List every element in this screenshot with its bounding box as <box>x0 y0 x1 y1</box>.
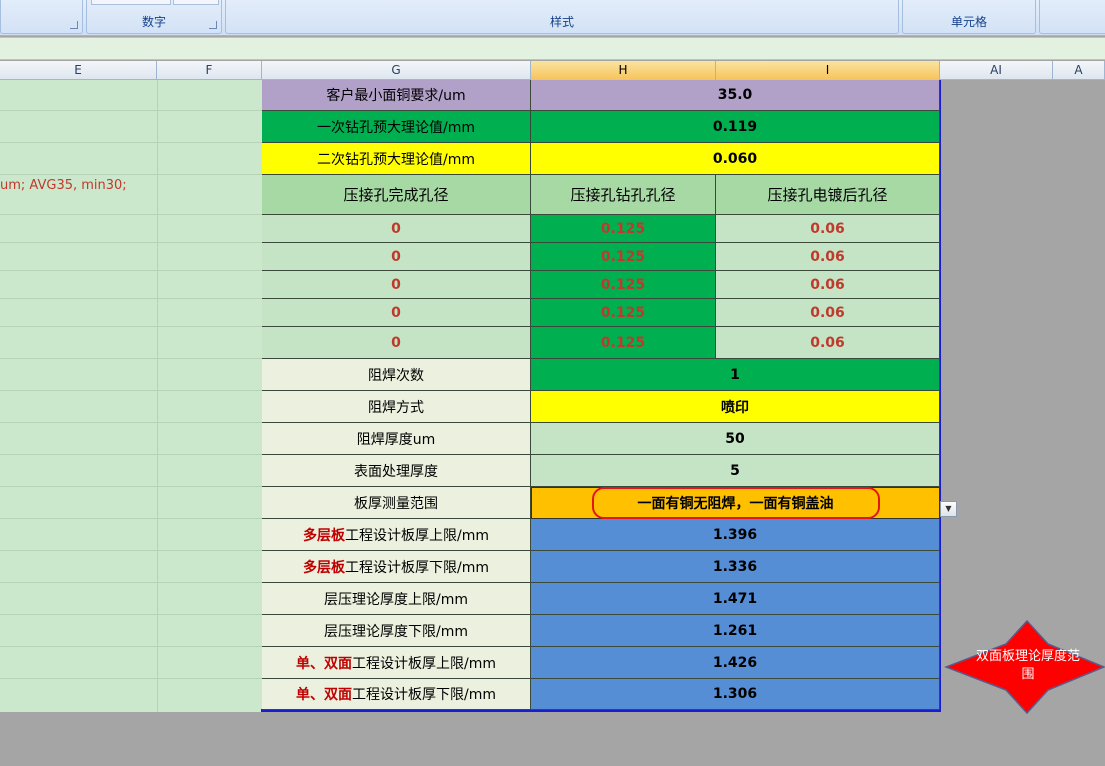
label-prefix: 多层板 <box>303 559 345 576</box>
column-header-a[interactable]: A <box>1053 61 1105 80</box>
formula-bar[interactable] <box>0 37 1105 60</box>
label-text: 工程设计板厚上限/mm <box>352 655 496 672</box>
label-text: 工程设计板厚下限/mm <box>352 687 496 703</box>
label-ml-lower: 多层板 工程设计板厚下限/mm <box>262 551 531 583</box>
press-header-plated: 压接孔电镀后孔径 <box>716 175 940 215</box>
press-row-plated[interactable]: 0.06 <box>716 215 940 243</box>
press-row-plated[interactable]: 0.06 <box>716 299 940 327</box>
value-lam-upper[interactable]: 1.471 <box>531 583 940 615</box>
value-ml-lower[interactable]: 1.336 <box>531 551 940 583</box>
press-row-plated[interactable]: 0.06 <box>716 243 940 271</box>
value-board-range[interactable]: 一面有铜无阻焊，一面有铜盖油 <box>531 487 940 519</box>
value-mask-thickness[interactable]: 50 <box>531 423 940 455</box>
press-row-drill[interactable]: 0.125 <box>531 215 716 243</box>
ribbon-group-label: 单元格 <box>950 15 987 29</box>
press-row-finished[interactable]: 0 <box>262 215 531 243</box>
value-ml-upper[interactable]: 1.396 <box>531 519 940 551</box>
label-text: 工程设计板厚下限/mm <box>345 559 489 576</box>
label-prefix: 多层板 <box>303 527 345 544</box>
press-row-finished[interactable]: 0 <box>262 327 531 359</box>
highlight-ellipse: 一面有铜无阻焊，一面有铜盖油 <box>591 487 880 519</box>
label-customer-copper: 客户最小面铜要求/um <box>262 80 531 111</box>
group-launcher-icon[interactable] <box>209 21 217 29</box>
cells-e-f[interactable] <box>0 80 262 712</box>
press-row-finished[interactable]: 0 <box>262 243 531 271</box>
ribbon-group-cells: 单元格 <box>902 0 1036 34</box>
star-shape-text: 双面板理论厚度范围 <box>976 649 1081 682</box>
label-sd-upper: 单、双面 工程设计板厚上限/mm <box>262 647 531 679</box>
label-second-drill: 二次钻孔预大理论值/mm <box>262 143 531 175</box>
press-row-finished[interactable]: 0 <box>262 271 531 299</box>
label-board-range: 板厚测量范围 <box>262 487 531 519</box>
column-header-i[interactable]: I <box>716 61 940 80</box>
label-mask-thickness: 阻焊厚度um <box>262 423 531 455</box>
press-row-drill[interactable]: 0.125 <box>531 327 716 359</box>
press-row-drill[interactable]: 0.125 <box>531 299 716 327</box>
press-header-drill: 压接孔钻孔孔径 <box>531 175 716 215</box>
press-row-plated[interactable]: 0.06 <box>716 327 940 359</box>
label-sd-lower: 单、双面 工程设计板厚下限/mm <box>262 679 531 710</box>
column-header-ai[interactable]: AI <box>940 61 1053 80</box>
label-lam-upper: 层压理论厚度上限/mm <box>262 583 531 615</box>
label-surface-thickness: 表面处理厚度 <box>262 455 531 487</box>
label-prefix: 单、双面 <box>296 687 352 703</box>
value-sd-lower[interactable]: 1.306 <box>531 679 940 710</box>
column-header-row: E F G H I AI A <box>0 61 1105 80</box>
value-second-drill[interactable]: 0.060 <box>531 143 940 175</box>
group-launcher-icon[interactable] <box>70 21 78 29</box>
column-header-f[interactable]: F <box>157 61 262 80</box>
column-header-h[interactable]: H <box>531 61 716 80</box>
ribbon-group-editing <box>1039 0 1105 34</box>
ribbon: 数字 样式 单元格 <box>0 0 1105 36</box>
press-header-finished: 压接孔完成孔径 <box>262 175 531 215</box>
value-lam-lower[interactable]: 1.261 <box>531 615 940 647</box>
label-prefix: 单、双面 <box>296 655 352 672</box>
label-text: 工程设计板厚上限/mm <box>345 527 489 544</box>
dropdown-arrow-icon[interactable]: ▼ <box>940 501 957 517</box>
ribbon-group-styles: 样式 <box>225 0 899 34</box>
value-first-drill[interactable]: 0.119 <box>531 111 940 143</box>
press-row-finished[interactable]: 0 <box>262 299 531 327</box>
press-row-drill[interactable]: 0.125 <box>531 271 716 299</box>
value-customer-copper[interactable]: 35.0 <box>531 80 940 111</box>
label-mask-method: 阻焊方式 <box>262 391 531 423</box>
ribbon-group-number: 数字 <box>86 0 222 34</box>
press-row-plated[interactable]: 0.06 <box>716 271 940 299</box>
star-shape[interactable]: 双面板理论厚度范围 <box>943 619 1105 715</box>
ribbon-group-label: 样式 <box>549 15 574 29</box>
press-row-drill[interactable]: 0.125 <box>531 243 716 271</box>
value-mask-count[interactable]: 1 <box>531 359 940 391</box>
label-ml-upper: 多层板 工程设计板厚上限/mm <box>262 519 531 551</box>
label-first-drill: 一次钻孔预大理论值/mm <box>262 111 531 143</box>
ribbon-group-label: 数字 <box>141 15 166 29</box>
column-header-e[interactable]: E <box>0 61 157 80</box>
value-surface-thickness[interactable]: 5 <box>531 455 940 487</box>
number-format-box[interactable] <box>91 0 171 5</box>
number-format-btn[interactable] <box>173 0 219 5</box>
note-text: um; AVG35, min30; <box>0 178 127 193</box>
label-mask-count: 阻焊次数 <box>262 359 531 391</box>
ribbon-group-font <box>0 0 83 34</box>
column-header-g[interactable]: G <box>262 61 531 80</box>
label-lam-lower: 层压理论厚度下限/mm <box>262 615 531 647</box>
value-mask-method[interactable]: 喷印 <box>531 391 940 423</box>
value-sd-upper[interactable]: 1.426 <box>531 647 940 679</box>
